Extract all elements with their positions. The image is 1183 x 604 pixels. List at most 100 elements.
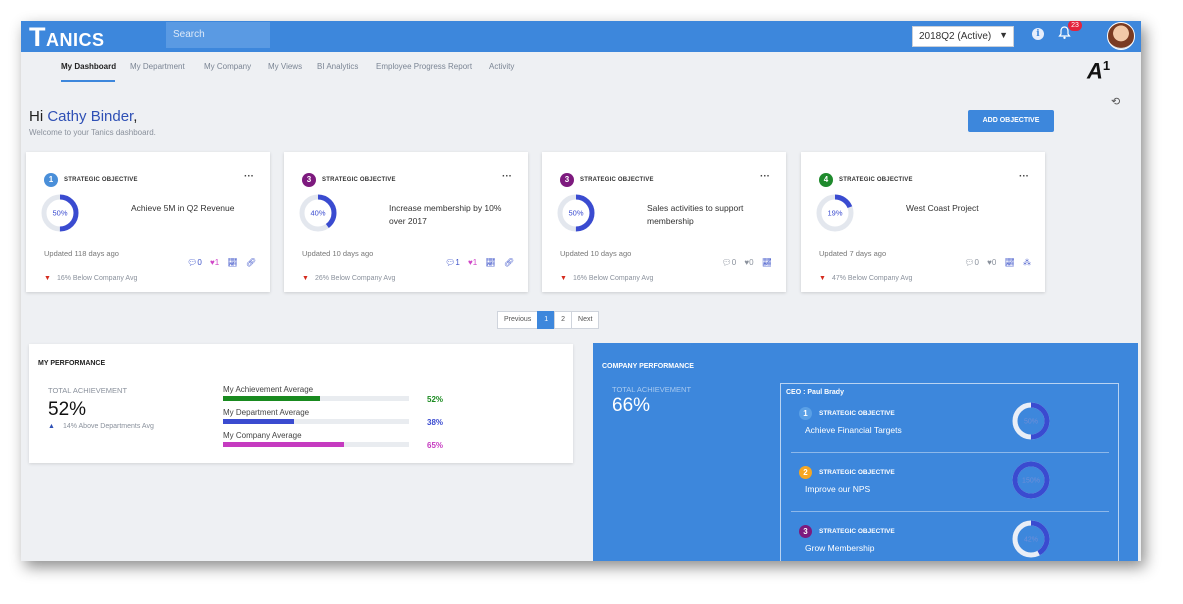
objective-card[interactable]: 1 STRATEGIC OBJECTIVE ··· 50% Achieve 5M… bbox=[26, 152, 270, 292]
objective-type: STRATEGIC OBJECTIVE bbox=[819, 469, 895, 476]
objective-title[interactable]: West Coast Project bbox=[906, 202, 1031, 215]
link-icon[interactable]: 🔗︎ bbox=[504, 258, 514, 267]
company-objective[interactable]: 2 STRATEGIC OBJECTIVE Improve our NPS 15… bbox=[791, 461, 1109, 522]
objective-type: STRATEGIC OBJECTIVE bbox=[64, 177, 138, 183]
card-actions: 💬︎0 ♥1 📈︎ 🔗︎ bbox=[181, 258, 256, 267]
bar-track bbox=[223, 419, 409, 424]
down-triangle-icon: ▼ bbox=[302, 275, 309, 282]
tanics-logo[interactable]: TANICS bbox=[29, 22, 105, 53]
objective-number: 3 bbox=[302, 173, 316, 187]
tab-employee-progress-report[interactable]: Employee Progress Report bbox=[376, 62, 472, 71]
company-objective[interactable]: 3 STRATEGIC OBJECTIVE Grow Membership 42… bbox=[791, 520, 1109, 561]
svg-text:40%: 40% bbox=[310, 209, 325, 218]
total-achievement-label: TOTAL ACHIEVEMENT bbox=[48, 386, 128, 395]
svg-text:19%: 19% bbox=[827, 209, 842, 218]
search-input[interactable]: Search bbox=[166, 22, 270, 48]
divider bbox=[791, 511, 1109, 512]
pagination-next[interactable]: Next bbox=[571, 311, 600, 329]
pagination: Previous 1 2 Next bbox=[497, 311, 600, 329]
bar-value: 38% bbox=[427, 418, 444, 427]
bar-value: 65% bbox=[427, 441, 444, 450]
bar-fill bbox=[223, 442, 344, 447]
bar-label: My Company Average bbox=[223, 431, 302, 440]
notification-badge: 23 bbox=[1068, 21, 1082, 31]
pagination-page-1[interactable]: 1 bbox=[537, 311, 556, 329]
history-icon[interactable]: ⟲ bbox=[1111, 95, 1120, 108]
objective-number: 1 bbox=[799, 407, 812, 420]
tab-bi-analytics[interactable]: BI Analytics bbox=[317, 62, 358, 71]
department-average-bar: My Department Average 38% bbox=[223, 408, 453, 427]
more-options-icon[interactable]: ··· bbox=[502, 171, 512, 182]
down-triangle-icon: ▼ bbox=[560, 275, 567, 282]
more-options-icon[interactable]: ··· bbox=[1019, 171, 1029, 182]
objective-type: STRATEGIC OBJECTIVE bbox=[819, 528, 895, 535]
tab-my-dashboard[interactable]: My Dashboard bbox=[61, 62, 116, 71]
likes-icon[interactable]: ♥1 bbox=[468, 258, 477, 267]
user-avatar[interactable] bbox=[1107, 22, 1135, 50]
comments-icon[interactable]: 💬︎0 bbox=[722, 258, 737, 267]
trend-chart-icon[interactable]: 📈︎ bbox=[227, 258, 237, 267]
comments-icon[interactable]: 💬︎0 bbox=[964, 258, 979, 267]
objective-card[interactable]: 3 STRATEGIC OBJECTIVE ··· 40% Increase m… bbox=[284, 152, 528, 292]
tab-my-department[interactable]: My Department bbox=[130, 62, 185, 71]
link-icon[interactable]: 🔗︎ bbox=[246, 258, 256, 267]
objective-number: 4 bbox=[819, 173, 833, 187]
likes-icon[interactable]: ♥1 bbox=[210, 258, 219, 267]
above-average-text: ▲ 14% Above Departments Avg bbox=[48, 423, 154, 430]
progress-donut: 50% bbox=[1012, 402, 1050, 440]
bar-fill bbox=[223, 396, 320, 401]
objective-name[interactable]: Achieve Financial Targets bbox=[805, 425, 902, 435]
objective-type: STRATEGIC OBJECTIVE bbox=[839, 177, 913, 183]
objective-type: STRATEGIC OBJECTIVE bbox=[580, 177, 654, 183]
objective-card[interactable]: 4 STRATEGIC OBJECTIVE ··· 19% West Coast… bbox=[801, 152, 1045, 292]
welcome-text: Welcome to your Tanics dashboard. bbox=[29, 128, 156, 137]
app-window: TANICS Search 2018Q2 (Active) ▼ i 23 My D… bbox=[21, 21, 1141, 561]
likes-icon[interactable]: ♥0 bbox=[987, 258, 996, 267]
objective-name[interactable]: Grow Membership bbox=[805, 543, 874, 553]
bar-track bbox=[223, 442, 409, 447]
card-actions: 💬︎0 ♥0 📈︎ bbox=[716, 258, 772, 267]
objective-card[interactable]: 3 STRATEGIC OBJECTIVE ··· 50% Sales acti… bbox=[542, 152, 786, 292]
bar-label: My Achievement Average bbox=[223, 385, 314, 394]
hierarchy-icon[interactable]: ⁂ bbox=[1023, 258, 1031, 267]
my-performance-panel: MY PERFORMANCE TOTAL ACHIEVEMENT 52% ▲ 14… bbox=[29, 344, 573, 463]
svg-text:50%: 50% bbox=[568, 209, 583, 218]
objective-number: 1 bbox=[44, 173, 58, 187]
greeting: Hi Cathy Binder, bbox=[29, 108, 138, 125]
more-options-icon[interactable]: ··· bbox=[244, 171, 254, 182]
objective-title[interactable]: Increase membership by 10% over 2017 bbox=[389, 202, 514, 228]
trend-chart-icon[interactable]: 📈︎ bbox=[762, 258, 772, 267]
tab-my-company[interactable]: My Company bbox=[204, 62, 251, 71]
updated-text: Updated 10 days ago bbox=[560, 249, 632, 258]
comments-icon[interactable]: 💬︎0 bbox=[187, 258, 202, 267]
tab-activity[interactable]: Activity bbox=[489, 62, 514, 71]
divider bbox=[791, 452, 1109, 453]
trend-chart-icon[interactable]: 📈︎ bbox=[1005, 258, 1015, 267]
active-tab-indicator bbox=[61, 80, 115, 82]
progress-donut: 150% bbox=[1012, 461, 1050, 499]
company-total-achievement-value: 66% bbox=[612, 395, 651, 416]
more-options-icon[interactable]: ··· bbox=[760, 171, 770, 182]
svg-text:42%: 42% bbox=[1024, 537, 1038, 544]
ceo-label: CEO : Paul Brady bbox=[786, 389, 844, 396]
objective-title[interactable]: Sales activities to support membership bbox=[647, 202, 772, 228]
company-performance-heading: COMPANY PERFORMANCE bbox=[602, 363, 694, 370]
pagination-previous[interactable]: Previous bbox=[497, 311, 539, 329]
pagination-page-2[interactable]: 2 bbox=[554, 311, 573, 329]
company-performance-panel: COMPANY PERFORMANCE TOTAL ACHIEVEMENT 66… bbox=[593, 343, 1138, 561]
achievement-average-bar: My Achievement Average 52% bbox=[223, 385, 453, 404]
updated-text: Updated 10 days ago bbox=[302, 249, 374, 258]
tab-my-views[interactable]: My Views bbox=[268, 62, 302, 71]
company-total-achievement-label: TOTAL ACHIEVEMENT bbox=[612, 385, 692, 394]
total-achievement-value: 52% bbox=[48, 399, 87, 420]
trend-chart-icon[interactable]: 📈︎ bbox=[485, 258, 495, 267]
period-select[interactable]: 2018Q2 (Active) ▼ bbox=[912, 26, 1014, 47]
company-objective[interactable]: 1 STRATEGIC OBJECTIVE Achieve Financial … bbox=[791, 402, 1109, 463]
objective-title[interactable]: Achieve 5M in Q2 Revenue bbox=[131, 202, 256, 215]
bar-track bbox=[223, 396, 409, 401]
likes-icon[interactable]: ♥0 bbox=[744, 258, 753, 267]
comments-icon[interactable]: 💬︎1 bbox=[445, 258, 460, 267]
objective-name[interactable]: Improve our NPS bbox=[805, 484, 870, 494]
add-objective-button[interactable]: ADD OBJECTIVE bbox=[968, 110, 1054, 132]
info-icon[interactable]: i bbox=[1032, 28, 1044, 40]
